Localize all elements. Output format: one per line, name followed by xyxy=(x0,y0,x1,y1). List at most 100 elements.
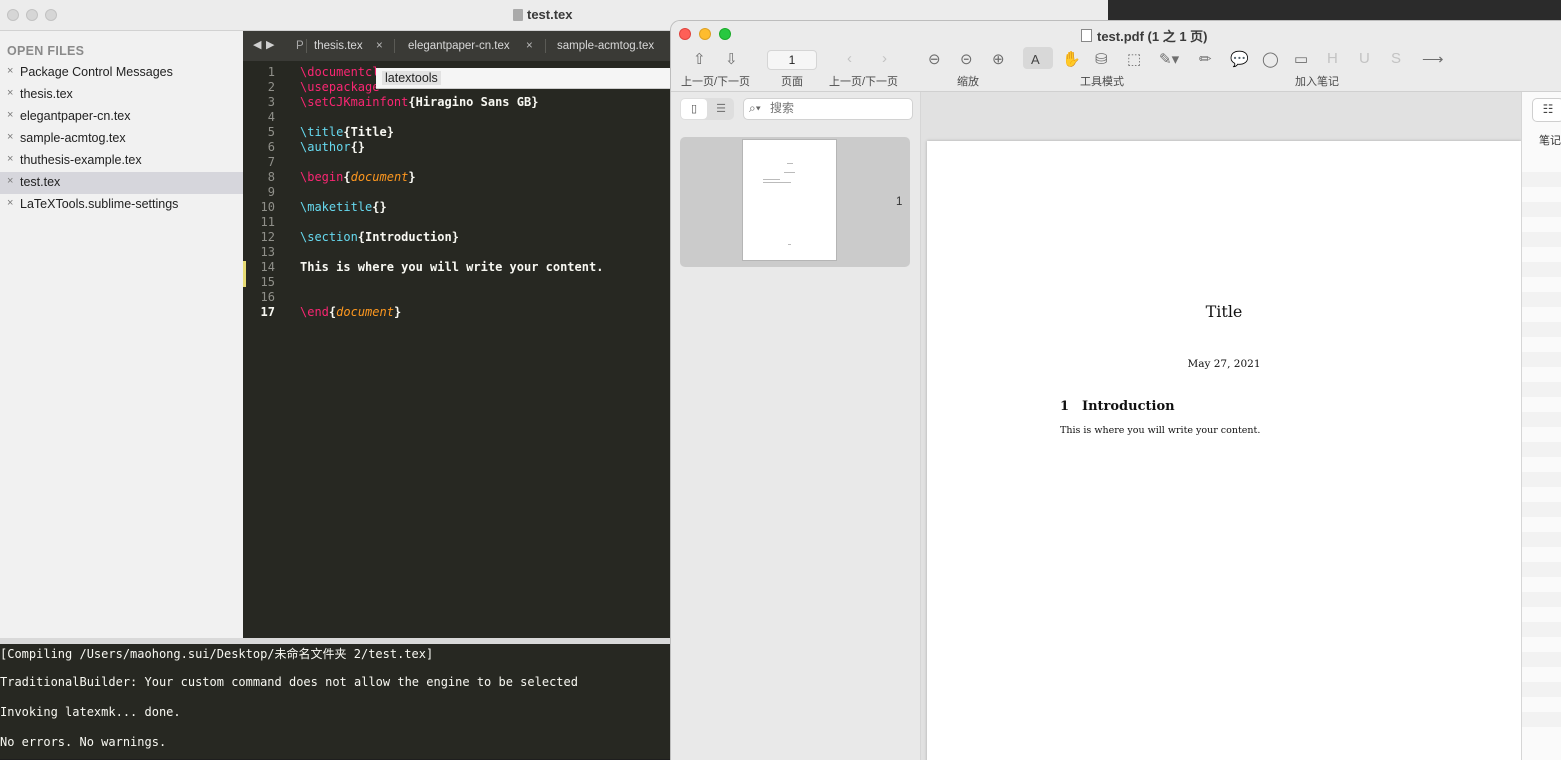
tab-partial[interactable]: P xyxy=(296,40,304,52)
close-icon[interactable]: × xyxy=(7,131,13,143)
preview-window: test.pdf (1 之 1 页) ⇧ ⇩ 上一页/下一页 1 页面 ‹ › … xyxy=(670,20,1561,760)
sidebar-file-elegantpaper-cn[interactable]: × elegantpaper-cn.tex xyxy=(0,106,243,128)
list-stripe xyxy=(1522,442,1561,457)
forward-icon[interactable]: › xyxy=(882,50,887,67)
close-icon[interactable]: × xyxy=(7,65,13,77)
line-number: 8 xyxy=(267,170,275,184)
line-number: 4 xyxy=(267,110,275,124)
autocomplete-item[interactable]: latextools xyxy=(382,71,441,85)
thumbnail-sidebar: ▯ ☰ ⌕▾ 1 xyxy=(671,92,921,760)
code-line-5: \title{Title} xyxy=(300,125,394,139)
close-window-button[interactable] xyxy=(679,28,691,40)
sidebar-title: OPEN FILES xyxy=(7,44,85,58)
highlighter-icon[interactable]: ✎▾ xyxy=(1159,50,1179,68)
list-stripe xyxy=(1522,172,1561,187)
close-icon[interactable]: × xyxy=(7,197,13,209)
file-name: thuthesis-example.tex xyxy=(20,153,142,167)
code-editor[interactable]: 1 2 3 4 5 6 7 8 9 10 11 12 13 14 15 16 1… xyxy=(243,61,670,638)
tab-separator xyxy=(306,39,307,53)
zoom-in-icon[interactable]: ⊕ xyxy=(992,50,1005,68)
list-stripe xyxy=(1522,262,1561,277)
list-stripe xyxy=(1522,202,1561,217)
annotations-toggle-icon[interactable]: ☷ xyxy=(1532,98,1561,122)
sidebar-file-thuthesis-example[interactable]: × thuthesis-example.tex xyxy=(0,150,243,172)
rectangle-icon[interactable]: ▭ xyxy=(1294,50,1308,68)
search-field[interactable]: ⌕▾ xyxy=(743,98,913,120)
tab-elegantpaper-cn[interactable]: elegantpaper-cn.tex xyxy=(408,40,510,52)
list-stripe xyxy=(1522,682,1561,697)
file-name: elegantpaper-cn.tex xyxy=(20,109,131,123)
arrow-icon[interactable]: ⟶ xyxy=(1422,50,1444,68)
circle-icon[interactable]: ◯ xyxy=(1262,50,1279,68)
close-icon[interactable]: × xyxy=(7,109,13,121)
sidebar-file-test[interactable]: × test.tex xyxy=(0,172,243,194)
close-icon[interactable]: × xyxy=(7,175,13,187)
line-number: 7 xyxy=(267,155,275,169)
code-line-12: \section{Introduction} xyxy=(300,230,459,244)
back-icon[interactable]: ‹ xyxy=(847,50,852,67)
tab-scroll-left-icon[interactable]: ◀ xyxy=(253,38,261,51)
code-line-8: \begin{document} xyxy=(300,170,416,184)
code-line-1: \documentcl xyxy=(300,65,380,79)
close-icon[interactable]: × xyxy=(526,40,533,52)
pdf-viewer[interactable]: Title May 27, 2021 1 Introduction This is… xyxy=(921,92,1521,760)
line-number: 13 xyxy=(260,245,275,259)
list-stripe xyxy=(1522,652,1561,667)
sidebar-file-sample-acmtog[interactable]: × sample-acmtog.tex xyxy=(0,128,243,150)
label-zoom: 缩放 xyxy=(957,76,979,88)
highlight-h-icon[interactable]: H xyxy=(1327,50,1338,67)
list-stripe xyxy=(1522,292,1561,307)
thumbnail-page-number: 1 xyxy=(896,196,903,208)
pen-icon[interactable]: ✏ xyxy=(1199,50,1212,68)
console-line: Invoking latexmk... done. xyxy=(0,705,181,719)
sidebar-file-latextools-settings[interactable]: × LaTeXTools.sublime-settings xyxy=(0,194,243,216)
line-number: 12 xyxy=(260,230,275,244)
list-stripe xyxy=(1522,472,1561,487)
hand-icon[interactable]: ✋ xyxy=(1062,50,1081,68)
page-down-icon[interactable]: ⇩ xyxy=(725,50,738,68)
tab-thesis[interactable]: thesis.tex xyxy=(314,40,363,52)
zoom-fit-icon[interactable]: ⊖ xyxy=(928,50,941,68)
page-thumbnail-selected[interactable]: 1 xyxy=(680,137,910,267)
zoom-out-icon[interactable]: ⊝ xyxy=(960,50,973,68)
document-icon xyxy=(513,9,523,21)
pdf-body-text: This is where you will write your conten… xyxy=(1060,425,1261,436)
autocomplete-popup[interactable]: latextools xyxy=(376,68,670,89)
label-page: 页面 xyxy=(781,76,803,88)
line-number: 2 xyxy=(267,80,275,94)
close-icon[interactable]: × xyxy=(7,153,13,165)
list-stripe xyxy=(1522,502,1561,517)
zoom-window-button[interactable] xyxy=(719,28,731,40)
thumb-text-line xyxy=(763,182,791,183)
close-window-button[interactable] xyxy=(7,9,19,21)
minimize-window-button[interactable] xyxy=(699,28,711,40)
speech-bubble-icon[interactable]: 💬 xyxy=(1230,50,1249,68)
thumbnails-view-icon[interactable]: ▯ xyxy=(681,99,707,119)
minimize-window-button[interactable] xyxy=(26,9,38,21)
sidebar-file-thesis[interactable]: × thesis.tex xyxy=(0,84,243,106)
tab-bar: ◀ ▶ P thesis.tex × elegantpaper-cn.tex ×… xyxy=(243,31,670,61)
close-icon[interactable]: × xyxy=(376,40,383,52)
line-number: 1 xyxy=(267,65,275,79)
stamp-icon[interactable]: ⛁ xyxy=(1095,50,1108,68)
tab-scroll-right-icon[interactable]: ▶ xyxy=(266,38,274,51)
code-line-3: \setCJKmainfont{Hiragino Sans GB} xyxy=(300,95,539,109)
line-number: 10 xyxy=(260,200,275,214)
sidebar-file-package-control-messages[interactable]: × Package Control Messages xyxy=(0,62,243,84)
close-icon[interactable]: × xyxy=(7,87,13,99)
list-view-icon[interactable]: ☰ xyxy=(708,99,734,119)
label-tool-mode: 工具模式 xyxy=(1080,76,1124,88)
rect-select-icon[interactable]: ⬚ xyxy=(1127,50,1141,68)
page-up-icon[interactable]: ⇧ xyxy=(693,50,706,68)
zoom-window-button[interactable] xyxy=(45,9,57,21)
tab-sample-acmtog[interactable]: sample-acmtog.tex xyxy=(557,40,654,52)
strikethrough-icon[interactable]: S xyxy=(1391,50,1401,67)
sidebar-view-toggle[interactable]: ▯ ☰ xyxy=(680,98,734,120)
pdf-page: Title May 27, 2021 1 Introduction This is… xyxy=(927,141,1521,760)
page-thumbnail[interactable] xyxy=(742,139,837,261)
underline-icon[interactable]: U xyxy=(1359,50,1370,67)
console-line: No errors. No warnings. xyxy=(0,735,167,749)
page-number-input[interactable]: 1 xyxy=(767,50,817,70)
notes-label: 笔记 xyxy=(1539,135,1561,147)
search-input[interactable] xyxy=(770,101,900,115)
